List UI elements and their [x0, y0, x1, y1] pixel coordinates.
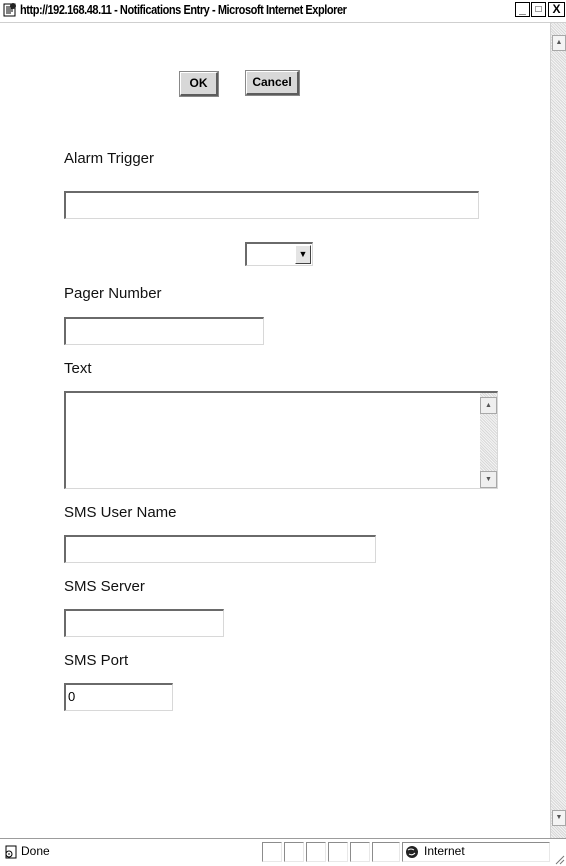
pager-number-input[interactable] — [64, 317, 264, 345]
trigger-select[interactable]: ▼ — [245, 242, 313, 266]
status-bar: Done Internet — [0, 838, 566, 866]
status-panel — [372, 842, 400, 862]
sms-user-name-label: SMS User Name — [64, 504, 177, 521]
window-title: http://192.168.48.11 - Notifications Ent… — [20, 3, 347, 17]
close-button[interactable]: X — [548, 2, 565, 17]
title-bar[interactable]: http://192.168.48.11 - Notifications Ent… — [0, 0, 566, 23]
status-panel — [284, 842, 304, 862]
status-panel — [350, 842, 370, 862]
alarm-trigger-input[interactable] — [64, 191, 479, 219]
ok-button[interactable]: OK — [179, 71, 219, 97]
pager-number-label: Pager Number — [64, 285, 162, 302]
text-textarea[interactable]: ▲ ▼ — [64, 391, 498, 489]
page-done-icon — [5, 845, 17, 859]
internet-globe-icon — [406, 846, 418, 858]
sms-server-input[interactable] — [64, 609, 224, 637]
sms-user-name-input[interactable] — [64, 535, 376, 563]
resize-grip-icon[interactable] — [553, 853, 565, 865]
scroll-up-icon[interactable]: ▲ — [480, 397, 497, 414]
scroll-up-icon[interactable]: ▲ — [552, 35, 566, 51]
sms-server-label: SMS Server — [64, 578, 145, 595]
minimize-button[interactable]: _ — [515, 2, 530, 17]
sms-port-input[interactable]: 0 — [64, 683, 173, 711]
status-panel — [262, 842, 282, 862]
scroll-down-icon[interactable]: ▼ — [552, 810, 566, 826]
zone-text: Internet — [424, 844, 465, 858]
scroll-down-icon[interactable]: ▼ — [480, 471, 497, 488]
status-text: Done — [21, 844, 50, 858]
textarea-scrollbar[interactable]: ▲ ▼ — [480, 393, 497, 488]
maximize-button[interactable]: □ — [531, 2, 546, 17]
ie-page-icon — [3, 3, 16, 17]
cancel-button[interactable]: Cancel — [245, 70, 300, 96]
status-panel — [306, 842, 326, 862]
chevron-down-icon[interactable]: ▼ — [295, 245, 311, 264]
browser-window: http://192.168.48.11 - Notifications Ent… — [0, 0, 566, 866]
status-panel — [328, 842, 348, 862]
alarm-trigger-label: Alarm Trigger — [64, 150, 155, 167]
page-scrollbar[interactable]: ▲ ▼ — [550, 23, 566, 838]
sms-port-label: SMS Port — [64, 652, 129, 669]
text-label: Text — [64, 360, 92, 377]
